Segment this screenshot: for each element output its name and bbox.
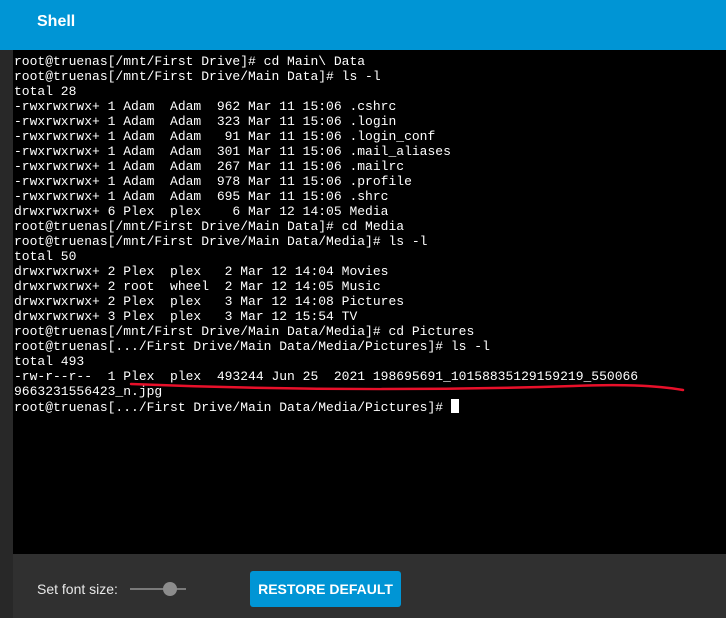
footer-bar: Set font size: RESTORE DEFAULT xyxy=(13,554,726,618)
red-underline-annotation xyxy=(129,382,685,392)
terminal[interactable]: root@truenas[/mnt/First Drive]# cd Main\… xyxy=(13,50,726,554)
font-size-slider[interactable] xyxy=(130,580,186,598)
app-header: Shell xyxy=(0,0,726,50)
slider-thumb[interactable] xyxy=(163,582,177,596)
slider-track xyxy=(130,588,186,590)
page-title: Shell xyxy=(37,13,76,30)
left-gutter xyxy=(0,50,13,618)
restore-default-button[interactable]: RESTORE DEFAULT xyxy=(250,571,401,607)
font-size-label: Set font size: xyxy=(37,581,118,597)
